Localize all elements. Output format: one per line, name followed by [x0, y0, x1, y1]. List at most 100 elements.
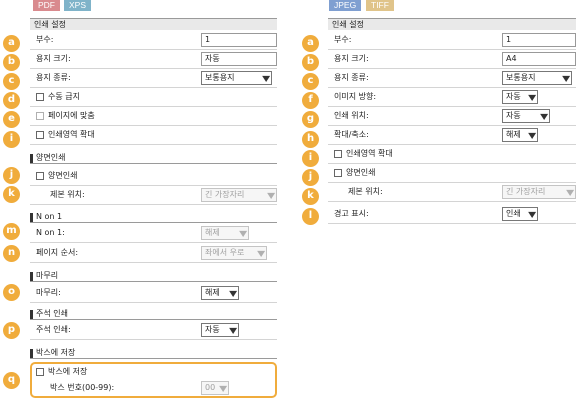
paper-size-label: 용지 크기: — [334, 54, 369, 63]
zoom-label: 확대/축소: — [334, 130, 369, 139]
callout-badge-a: a — [302, 35, 319, 52]
left-paper-size-row: 용지 크기: 자동 — [30, 50, 277, 69]
duplex-checkbox[interactable] — [334, 169, 342, 177]
right-paper-type-row: 용지 종류: 보통용지 ▼ — [328, 69, 576, 88]
paper-size-input[interactable]: A4 — [502, 52, 576, 66]
chevron-down-icon: ▼ — [539, 112, 548, 121]
enlarge-area-label: 인쇄영역 확대 — [346, 149, 393, 158]
orientation-label: 이미지 방향: — [334, 92, 377, 101]
callout-badge-i: i — [302, 150, 319, 167]
chevron-down-icon: ▼ — [228, 326, 237, 335]
zoom-value: 해제 — [506, 130, 521, 139]
callout-badge-q: q — [3, 372, 20, 389]
orientation-select[interactable]: 자동 ▼ — [502, 90, 538, 104]
page-order-select[interactable]: 좌에서 우로 ▼ — [201, 246, 267, 260]
manual-feed-checkbox[interactable] — [36, 93, 44, 101]
nup-select[interactable]: 해제 ▼ — [201, 226, 249, 240]
chevron-down-icon: ▼ — [238, 229, 247, 238]
binding-select[interactable]: 긴 가장자리 ▼ — [502, 185, 576, 199]
right-copies-row: 부수: 1 — [328, 31, 576, 50]
callout-badge-e: e — [3, 111, 20, 128]
right-position-row: 인쇄 위치: 자동 ▼ — [328, 107, 576, 126]
chevron-down-icon: ▼ — [565, 188, 574, 197]
chevron-down-icon: ▼ — [261, 74, 270, 83]
duplex-section-title: 양면인쇄 — [30, 152, 277, 164]
page-order-value: 좌에서 우로 — [205, 248, 245, 257]
position-label: 인쇄 위치: — [334, 111, 369, 120]
callout-badge-a: a — [3, 35, 20, 52]
callout-badge-c: c — [302, 73, 319, 90]
chevron-down-icon: ▼ — [527, 93, 536, 102]
chevron-down-icon: ▼ — [561, 74, 570, 83]
duplex-checkbox[interactable] — [36, 172, 44, 180]
copies-label: 부수: — [36, 35, 54, 44]
chevron-down-icon: ▼ — [228, 289, 237, 298]
paper-size-label: 용지 크기: — [36, 54, 71, 63]
copies-input[interactable]: 1 — [201, 33, 277, 47]
chevron-down-icon: ▼ — [527, 131, 536, 140]
left-annotation-row: 주석 인쇄: 자동 ▼ — [30, 321, 277, 340]
left-duplex-row: 양면인쇄 — [30, 167, 277, 186]
callout-badge-g: g — [302, 111, 319, 128]
callout-badge-p: p — [3, 322, 20, 339]
callout-badge-c: c — [3, 73, 20, 90]
copies-input[interactable]: 1 — [502, 33, 576, 47]
binding-label: 제본 위치: — [50, 190, 85, 199]
binding-label: 제본 위치: — [348, 187, 383, 196]
annotation-select[interactable]: 자동 ▼ — [201, 323, 239, 337]
right-orientation-row: 이미지 방향: 자동 ▼ — [328, 88, 576, 107]
finishing-select[interactable]: 해제 ▼ — [201, 286, 239, 300]
manual-feed-label: 수동 급지 — [48, 92, 80, 101]
callout-badge-i: i — [3, 131, 20, 148]
finishing-section-title: 마무리 — [30, 270, 277, 282]
right-binding-row: 제본 위치: 긴 가장자리 ▼ — [328, 183, 576, 202]
left-page-order-row: 페이지 순서: 좌에서 우로 ▼ — [30, 244, 277, 263]
callout-badge-j: j — [302, 169, 319, 186]
callout-badge-j: j — [3, 167, 20, 184]
binding-select[interactable]: 긴 가장자리 ▼ — [201, 188, 277, 202]
callout-badge-n: n — [3, 245, 20, 262]
tab-tiff[interactable]: TIFF — [366, 0, 394, 11]
right-duplex-row: 양면인쇄 — [328, 164, 576, 183]
paper-type-select[interactable]: 보통용지 ▼ — [502, 71, 572, 85]
tab-jpeg[interactable]: JPEG — [329, 0, 362, 11]
duplex-label: 양면인쇄 — [48, 171, 78, 180]
nup-value: 해제 — [205, 228, 220, 237]
binding-value: 긴 가장자리 — [506, 187, 546, 196]
right-enlarge-area-row: 인쇄영역 확대 — [328, 145, 576, 164]
left-enlarge-area-row: 인쇄영역 확대 — [30, 126, 277, 145]
warning-select[interactable]: 인쇄 ▼ — [502, 207, 538, 221]
callout-badge-b: b — [3, 54, 20, 71]
paper-type-label: 용지 종류: — [36, 73, 71, 82]
enlarge-area-checkbox[interactable] — [36, 131, 44, 139]
right-warning-row: 경고 표시: 인쇄 ▼ — [328, 205, 576, 224]
left-binding-row: 제본 위치: 긴 가장자리 ▼ — [30, 186, 277, 205]
right-zoom-row: 확대/축소: 해제 ▼ — [328, 126, 576, 145]
chevron-down-icon: ▼ — [527, 210, 536, 219]
fit-page-checkbox[interactable] — [36, 112, 44, 120]
callout-badge-l: l — [302, 208, 319, 225]
right-print-settings-panel: 인쇄 설정 부수: 1 용지 크기: A4 용지 종류: 보통용지 ▼ 이미지 방… — [328, 18, 576, 228]
nup-section-title: N on 1 — [30, 211, 277, 223]
right-panel-header: 인쇄 설정 — [328, 18, 576, 30]
chevron-down-icon: ▼ — [256, 249, 265, 258]
page-order-label: 페이지 순서: — [36, 248, 79, 257]
left-print-settings-panel: 인쇄 설정 부수: 1 용지 크기: 자동 용지 종류: 보통용지 ▼ 수동 급지… — [30, 18, 277, 401]
paper-size-input[interactable]: 자동 — [201, 52, 277, 66]
tab-xps[interactable]: XPS — [64, 0, 92, 11]
position-value: 자동 — [506, 111, 521, 120]
paper-type-select[interactable]: 보통용지 ▼ — [201, 71, 272, 85]
zoom-select[interactable]: 해제 ▼ — [502, 128, 538, 142]
callout-badge-h: h — [302, 131, 319, 148]
tab-pdf[interactable]: PDF — [33, 0, 60, 11]
enlarge-area-checkbox[interactable] — [334, 150, 342, 158]
left-copies-row: 부수: 1 — [30, 31, 277, 50]
left-manual-feed-row: 수동 급지 — [30, 88, 277, 107]
annotation-value: 자동 — [205, 325, 220, 334]
callout-badge-f: f — [302, 92, 319, 109]
warning-value: 인쇄 — [506, 209, 521, 218]
callout-badge-d: d — [3, 92, 20, 109]
paper-type-value: 보통용지 — [205, 73, 235, 82]
chevron-down-icon: ▼ — [266, 191, 275, 200]
position-select[interactable]: 자동 ▼ — [502, 109, 550, 123]
